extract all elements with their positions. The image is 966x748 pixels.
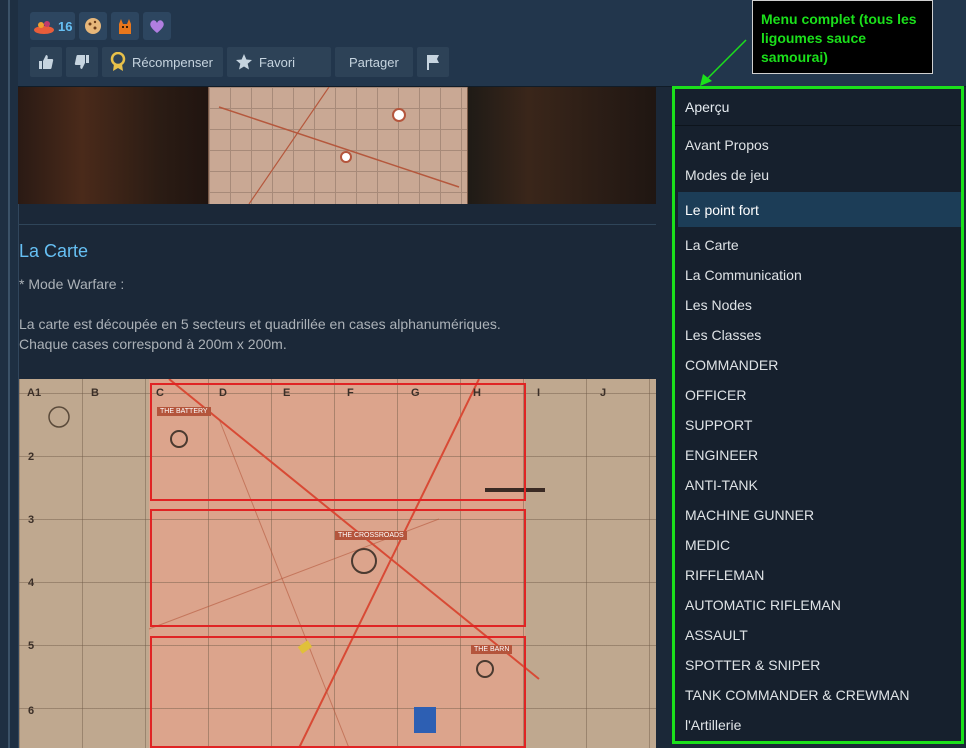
menu-item[interactable]: TANK COMMANDER & CREWMAN: [675, 680, 961, 710]
map-location-label: THE CROSSROADS: [335, 531, 407, 540]
menu-item[interactable]: OFFICER: [675, 380, 961, 410]
map-location-label: THE BATTERY: [157, 407, 211, 416]
menu-item[interactable]: COMMANDER: [675, 350, 961, 380]
annotation-arrow: [700, 39, 747, 86]
map-col-label: J: [600, 387, 607, 399]
map-row-label: 6: [28, 705, 35, 717]
menu-item[interactable]: La Carte: [675, 230, 961, 260]
menu-item[interactable]: ENGINEER: [675, 440, 961, 470]
map-row-label: 3: [28, 514, 35, 526]
menu-item-active[interactable]: Le point fort: [678, 192, 961, 227]
menu-item[interactable]: MEDIC: [675, 530, 961, 560]
map-col-label: E: [283, 387, 291, 399]
map-location-label: THE BARN: [471, 645, 513, 654]
menu-item[interactable]: AUTOMATIC RIFLEMAN: [675, 590, 961, 620]
menu-item[interactable]: RIFFLEMAN: [675, 560, 961, 590]
map-col-label: F: [347, 387, 354, 399]
map-sector-3: [150, 636, 526, 748]
menu-item[interactable]: SUPPORT: [675, 410, 961, 440]
menu-item[interactable]: MACHINE GUNNER: [675, 500, 961, 530]
description-line-1: La carte est découpée en 5 secteurs et q…: [19, 316, 501, 332]
menu-item[interactable]: Avant Propos: [675, 130, 961, 160]
map-col-label: D: [219, 387, 227, 399]
section-title: La Carte: [19, 241, 89, 261]
map-col-label: C: [156, 387, 164, 399]
map-col-label: I: [537, 387, 541, 399]
menu-item[interactable]: SPOTTER & SNIPER: [675, 650, 961, 680]
menu-item[interactable]: ASSAULT: [675, 620, 961, 650]
map-row-label: 4: [28, 577, 35, 589]
map-sector-1: [150, 383, 526, 501]
divider: [18, 224, 656, 225]
menu-item[interactable]: l'Artillerie: [675, 710, 961, 740]
map-row-label: 5: [28, 640, 35, 652]
map-sector-2: [150, 509, 526, 627]
menu-item[interactable]: Modes de jeu: [675, 160, 961, 190]
guide-sidebar-menu: Aperçu Avant Propos Modes de jeu Le poin…: [672, 86, 964, 744]
map-col-label: G: [411, 387, 420, 399]
menu-item[interactable]: Les Classes: [675, 320, 961, 350]
menu-item[interactable]: ANTI-TANK: [675, 470, 961, 500]
menu-item[interactable]: Les Nodes: [675, 290, 961, 320]
guide-content: La Carte * Mode Warfare : La carte est d…: [18, 87, 656, 748]
map-col-label: A1: [27, 387, 42, 399]
description-line-2: Chaque cases correspond à 200m x 200m.: [19, 336, 287, 352]
map-col-label: H: [473, 387, 481, 399]
mode-line: * Mode Warfare :: [19, 276, 125, 292]
menu-item[interactable]: La Communication: [675, 260, 961, 290]
map-col-label: B: [91, 387, 99, 399]
map-row-label: 2: [28, 451, 35, 463]
warfare-map-image: A1 B C D E F G H I J 2 3 4 5 6 THE BATTE…: [19, 379, 656, 748]
